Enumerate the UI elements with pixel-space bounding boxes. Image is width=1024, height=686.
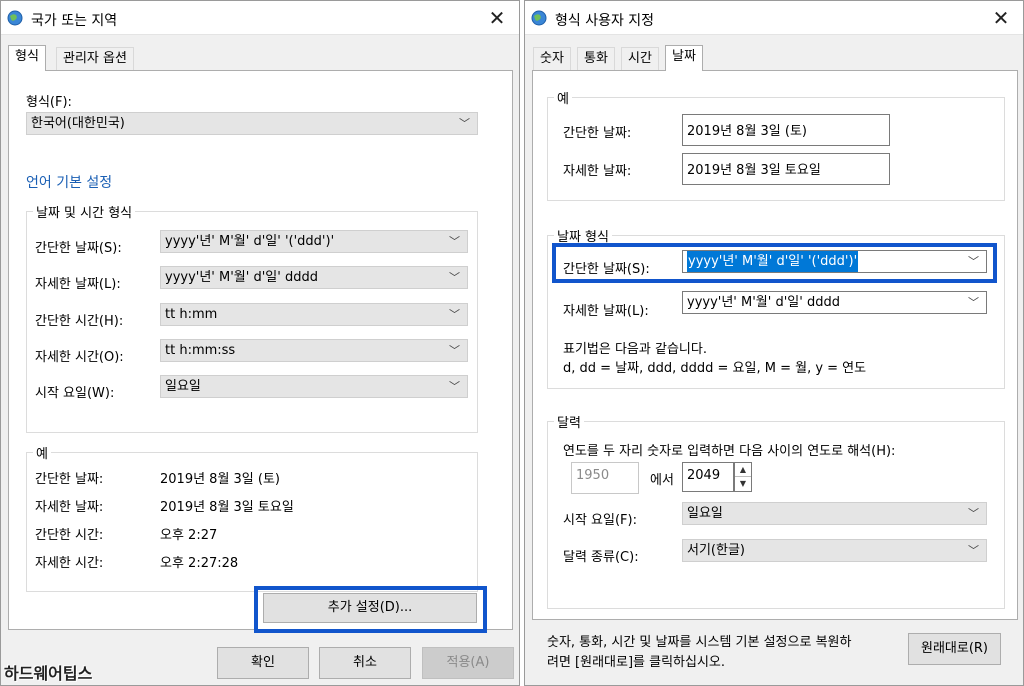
reset-help-text-2: 려면 [원래대로]를 클릭하십시오. xyxy=(547,655,726,670)
ok-button[interactable]: 확인 xyxy=(217,647,309,679)
date-panel: 예 간단한 날짜: 2019년 8월 3일 (토) 자세한 날짜: 2019년 … xyxy=(532,70,1018,620)
reset-help-text-1: 숫자, 통화, 시간 및 날짜를 시스템 기본 설정으로 복원하 xyxy=(547,635,852,650)
cancel-button[interactable]: 취소 xyxy=(319,647,411,679)
customize-format-dialog: 형식 사용자 지정 ✕ 숫자 통화 시간 날짜 예 간단한 날짜: 2019년 … xyxy=(524,0,1024,686)
globe-icon xyxy=(7,10,23,26)
tab-time[interactable]: 시간 xyxy=(621,47,659,71)
long-date-select[interactable]: yyyy'년' M'월' d'일' dddd ﹀ xyxy=(682,291,987,314)
chevron-down-icon: ﹀ xyxy=(968,544,979,557)
example-long-time-label: 자세한 시간: xyxy=(35,556,104,571)
chevron-down-icon: ﹀ xyxy=(459,117,470,130)
long-time-label: 자세한 시간(O): xyxy=(35,350,124,365)
example-long-date-label: 자세한 날짜: xyxy=(35,500,104,515)
format-select[interactable]: 한국어(대한민국) ﹀ xyxy=(26,112,478,135)
chevron-down-icon: ﹀ xyxy=(449,271,460,284)
reset-button[interactable]: 원래대로(R) xyxy=(908,633,1001,665)
chevron-down-icon: ﹀ xyxy=(449,235,460,248)
long-date-label: 자세한 날짜(L): xyxy=(35,277,121,292)
example-long-date-value: 2019년 8월 3일 토요일 xyxy=(682,153,890,185)
title-bar[interactable]: 형식 사용자 지정 ✕ xyxy=(525,1,1023,35)
calendar-first-day-select[interactable]: 일요일 ﹀ xyxy=(682,502,987,525)
short-date-select[interactable]: yyyy'년' M'월' d'일' '('ddd')' ﹀ xyxy=(160,230,468,253)
example-short-date-label: 간단한 날짜: xyxy=(35,472,104,487)
year-to-field[interactable]: 2049 xyxy=(682,462,734,492)
group-title: 달력 xyxy=(554,412,584,431)
chevron-down-icon: ﹀ xyxy=(968,296,979,309)
close-icon[interactable]: ✕ xyxy=(979,1,1023,35)
year-from-field: 1950 xyxy=(571,462,639,494)
spin-down-icon[interactable]: ▼ xyxy=(735,477,751,491)
short-time-label: 간단한 시간(H): xyxy=(35,314,124,329)
apply-button[interactable]: 적용(A) xyxy=(422,647,514,679)
group-title: 날짜 및 시간 형식 xyxy=(33,202,136,221)
tab-format[interactable]: 형식 xyxy=(8,45,46,71)
calendar-first-day-label: 시작 요일(F): xyxy=(563,513,637,528)
watermark-text: 하드웨어팁스 xyxy=(4,664,93,683)
chevron-down-icon: ﹀ xyxy=(449,308,460,321)
tab-currency[interactable]: 통화 xyxy=(577,47,615,71)
notation-text-2: d, dd = 날짜, ddd, dddd = 요일, M = 월, y = 연… xyxy=(563,361,867,376)
first-day-select[interactable]: 일요일 ﹀ xyxy=(160,375,468,398)
long-time-select[interactable]: tt h:mm:ss ﹀ xyxy=(160,339,468,362)
format-panel: 형식(F): 한국어(대한민국) ﹀ 언어 기본 설정 날짜 및 시간 형식 간단… xyxy=(8,70,513,630)
short-time-select[interactable]: tt h:mm ﹀ xyxy=(160,303,468,326)
group-title: 예 xyxy=(33,443,51,462)
example-short-time-value: 오후 2:27 xyxy=(160,528,218,543)
year-between-label: 에서 xyxy=(650,473,674,488)
chevron-down-icon: ﹀ xyxy=(449,380,460,393)
example-long-date-value: 2019년 8월 3일 토요일 xyxy=(160,500,294,515)
globe-icon xyxy=(531,10,547,26)
first-day-label: 시작 요일(W): xyxy=(35,386,115,401)
chevron-down-icon: ﹀ xyxy=(968,507,979,520)
tab-date[interactable]: 날짜 xyxy=(665,45,703,71)
calendar-type-select[interactable]: 서기(한글) ﹀ xyxy=(682,539,987,562)
tab-admin[interactable]: 관리자 옵션 xyxy=(56,47,134,71)
format-label: 형식(F): xyxy=(26,95,72,110)
window-title: 형식 사용자 지정 xyxy=(555,13,655,29)
highlight-box xyxy=(254,586,487,633)
notation-text-1: 표기법은 다음과 같습니다. xyxy=(563,342,707,357)
example-short-time-label: 간단한 시간: xyxy=(35,528,104,543)
example-short-date-value: 2019년 8월 3일 (토) xyxy=(682,114,890,146)
title-bar[interactable]: 국가 또는 지역 ✕ xyxy=(1,1,519,35)
example-long-date-label: 자세한 날짜: xyxy=(563,164,632,179)
year-spinner[interactable]: ▲ ▼ xyxy=(734,462,752,492)
example-long-time-value: 오후 2:27:28 xyxy=(160,556,239,571)
region-dialog: 국가 또는 지역 ✕ 형식 관리자 옵션 형식(F): 한국어(대한민국) ﹀ 언… xyxy=(0,0,520,686)
spin-up-icon[interactable]: ▲ xyxy=(735,463,751,477)
example-group: 예 xyxy=(547,88,1005,201)
close-icon[interactable]: ✕ xyxy=(475,1,519,35)
highlight-box xyxy=(552,243,997,283)
example-short-date-label: 간단한 날짜: xyxy=(563,126,632,141)
calendar-type-label: 달력 종류(C): xyxy=(563,550,639,565)
window-title: 국가 또는 지역 xyxy=(31,13,118,29)
language-settings-link[interactable]: 언어 기본 설정 xyxy=(26,172,112,192)
short-date-label: 간단한 날짜(S): xyxy=(35,241,122,256)
tab-numbers[interactable]: 숫자 xyxy=(533,47,571,71)
group-title: 예 xyxy=(554,88,572,107)
chevron-down-icon: ﹀ xyxy=(449,344,460,357)
long-date-label: 자세한 날짜(L): xyxy=(563,304,649,319)
long-date-select[interactable]: yyyy'년' M'월' d'일' dddd ﹀ xyxy=(160,266,468,289)
two-digit-year-text: 연도를 두 자리 숫자로 입력하면 다음 사이의 연도로 해석(H): xyxy=(563,444,896,459)
example-short-date-value: 2019년 8월 3일 (토) xyxy=(160,472,281,487)
